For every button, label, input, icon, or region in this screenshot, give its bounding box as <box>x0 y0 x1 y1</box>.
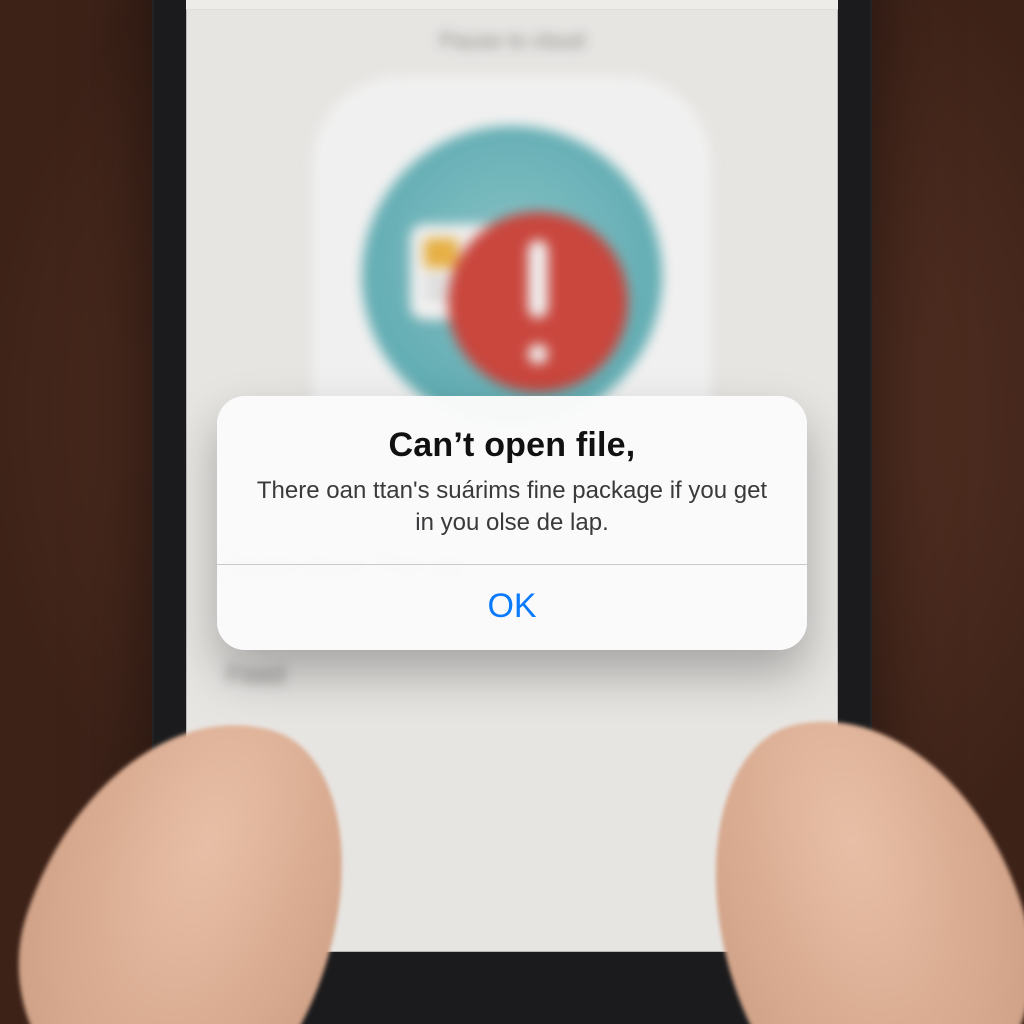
alert-title: Can’t open file, <box>245 426 779 465</box>
battery-pct-label: 6% <box>756 0 788 1</box>
status-time: 2:01 PM <box>470 0 553 1</box>
status-bar-right: 6% <box>554 0 828 1</box>
alert-message: There oan ttan's suárims fine package if… <box>245 475 779 540</box>
alert-dialog: Can’t open file, There oan ttan's suárim… <box>217 396 807 650</box>
phone-frame: Miem 2:01 PM 6% Pause to cl <box>152 0 872 1024</box>
status-bar-left: Miem <box>196 0 470 1</box>
ok-button[interactable]: OK <box>217 565 807 650</box>
carrier-label: Miem <box>254 0 308 1</box>
status-bar: Miem 2:01 PM 6% <box>186 0 838 10</box>
alert-body: Can’t open file, There oan ttan's suárim… <box>217 396 807 564</box>
